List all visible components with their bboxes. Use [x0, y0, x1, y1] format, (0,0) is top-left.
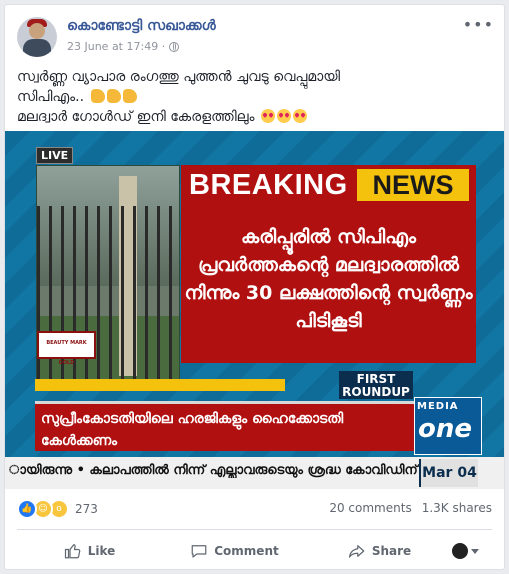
like-label: Like: [87, 544, 116, 558]
breaking-label: BREAKING: [189, 169, 348, 201]
heart-eyes-icon: [276, 109, 291, 123]
post-text: സ്വർണ്ണ വ്യാപാര രംഗത്തു പുത്തൻ ചുവടു വെപ…: [17, 67, 497, 127]
flexed-biceps-icon: [90, 89, 105, 103]
post-stats: 20 comments 1.3K shares: [329, 501, 492, 515]
heart-eyes-icon: [292, 109, 307, 123]
news-label: NEWS: [357, 169, 469, 201]
comment-icon: [191, 545, 207, 558]
reaction-count: 273: [75, 502, 98, 516]
bottom-ticker-text: ായിരുന്നു • കലാപത്തിൽ നിന്ന് എല്ലാവരുടെയ…: [9, 463, 418, 478]
caret-down-icon: [471, 548, 479, 554]
ticker-main-text: സുപ്രീംകോടതിയിലെ ഹരജികളും ഹൈക്കോടതി കേൾക…: [41, 411, 344, 449]
share-audience-menu[interactable]: [452, 543, 492, 559]
post-timestamp[interactable]: 23 June at 17:49 ·: [67, 40, 165, 53]
comment-button[interactable]: Comment: [162, 542, 307, 560]
thumbs-up-icon: [64, 544, 81, 559]
like-button[interactable]: Like: [17, 542, 162, 560]
globe-icon: [169, 41, 180, 52]
yellow-band: [35, 379, 285, 391]
post-text-line-3: മലദ്വാർ ഗോൾഡ് ഇനി കേരളത്തിലും: [17, 109, 255, 125]
comments-count[interactable]: 20 comments: [329, 501, 411, 515]
live-label: LIVE: [36, 147, 74, 164]
author-avatar[interactable]: [17, 17, 57, 57]
post-card: കൊണ്ടോട്ടി സഖാക്കൾ 23 June at 17:49 · ••…: [4, 4, 505, 570]
post-meta: 23 June at 17:49 ·: [67, 40, 180, 53]
news-headline: കരിപ്പൂരിൽ സിപിഎം പ്രവർത്തകന്റെ മലദ്വാരത…: [184, 226, 473, 332]
more-options-icon[interactable]: •••: [463, 15, 494, 34]
post-text-line-1: സ്വർണ്ണ വ്യാപാര രംഗത്തു പുത്തൻ ചുവടു വെപ…: [17, 69, 341, 85]
heart-eyes-icon: [260, 109, 275, 123]
first-roundup-label: FIRST ROUNDUP: [339, 371, 413, 399]
flexed-biceps-icon: [106, 89, 121, 103]
like-reaction-icon: 👍: [17, 499, 37, 519]
share-label: Share: [371, 544, 412, 558]
channel-logo-main: one: [418, 414, 473, 444]
user-avatar: [452, 543, 468, 559]
comment-label: Comment: [214, 544, 279, 558]
share-arrow-icon: [348, 545, 365, 558]
share-button[interactable]: Share: [307, 542, 452, 560]
reaction-summary[interactable]: 👍 ☺ o 273: [17, 499, 98, 519]
shares-count[interactable]: 1.3K shares: [422, 501, 492, 515]
action-bar: Like Comment Share: [17, 533, 492, 569]
date-label: Mar 04: [419, 459, 478, 487]
post-image[interactable]: LIVE BEAUTY MARK GOLD BREAKING NEWS കരിപ…: [5, 131, 504, 489]
gold-logo-stamp: BEAUTY MARK GOLD: [37, 331, 96, 366]
post-text-line-2: സിപിഎം..: [17, 89, 85, 105]
flexed-biceps-icon: [122, 89, 137, 103]
divider: [17, 529, 492, 530]
channel-logo-top: MEDIA: [417, 401, 459, 412]
author-name[interactable]: കൊണ്ടോട്ടി സഖാക്കൾ: [67, 18, 216, 34]
